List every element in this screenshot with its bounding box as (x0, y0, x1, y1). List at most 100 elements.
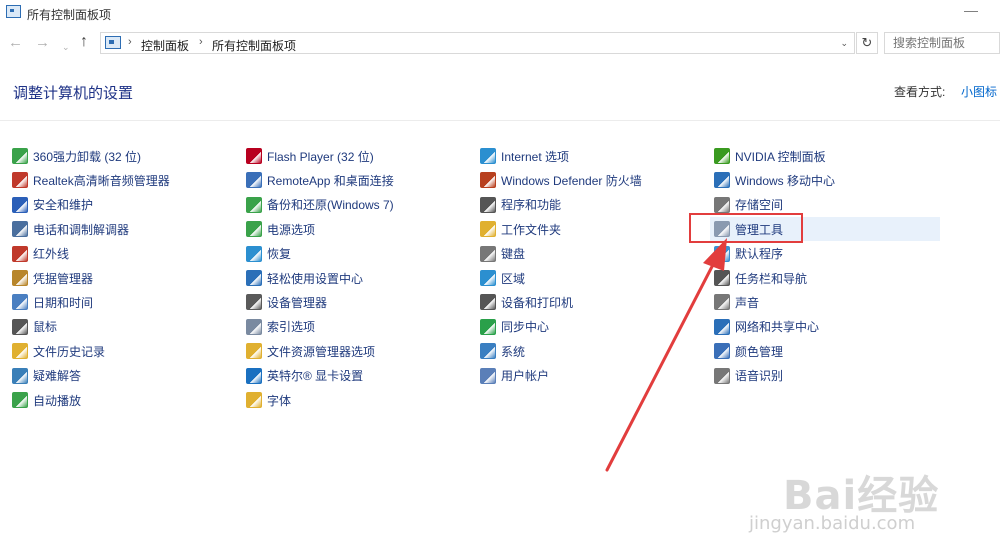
control-panel-item[interactable]: 工作文件夹 (480, 217, 561, 241)
item-label: 设备和打印机 (501, 295, 574, 310)
sound-icon (714, 294, 730, 311)
internet-options-icon (480, 148, 496, 164)
control-panel-item[interactable]: 轻松使用设置中心 (246, 266, 363, 290)
item-label: RemoteApp 和桌面连接 (267, 173, 394, 188)
item-label: 英特尔® 显卡设置 (267, 369, 364, 384)
divider (0, 120, 1000, 121)
programs-icon (480, 196, 496, 213)
control-panel-item[interactable]: 系统 (480, 339, 525, 363)
item-label: Realtek高清晰音频管理器 (33, 173, 170, 188)
control-panel-item[interactable]: 文件资源管理器选项 (246, 339, 375, 363)
control-panel-item[interactable]: NVIDIA 控制面板 (714, 144, 826, 168)
control-panel-item[interactable]: Windows 移动中心 (714, 168, 835, 192)
infrared-icon (12, 245, 28, 262)
search-input[interactable] (884, 32, 1000, 54)
control-panel-item[interactable]: 程序和功能 (480, 193, 561, 217)
keyboard-icon (480, 245, 496, 262)
annotation-highlight-box (689, 213, 803, 243)
breadcrumb-control-panel[interactable]: 控制面板 (141, 37, 189, 54)
view-by-label: 查看方式: (894, 85, 946, 99)
firewall-icon (480, 172, 496, 189)
item-label: 字体 (267, 393, 292, 408)
control-panel-item[interactable]: 网络和共享中心 (714, 315, 819, 339)
address-bar[interactable]: › 控制面板 › 所有控制面板项 ⌄ (100, 32, 855, 54)
breadcrumb-all-items[interactable]: 所有控制面板项 (212, 37, 296, 54)
control-panel-item[interactable]: 凭据管理器 (12, 266, 93, 290)
item-label: 自动播放 (33, 393, 82, 408)
item-label: Windows 移动中心 (735, 173, 836, 188)
power-icon (246, 221, 262, 238)
item-label: 工作文件夹 (501, 222, 562, 237)
recovery-icon (246, 245, 262, 262)
control-panel-item[interactable]: Internet 选项 (480, 144, 569, 168)
control-panel-item[interactable]: 疑难解答 (12, 364, 81, 388)
control-panel-item[interactable]: 360强力卸载 (32 位) (12, 144, 141, 168)
troubleshoot-icon (12, 367, 28, 384)
phone-modem-icon (12, 221, 28, 238)
control-panel-item[interactable]: 安全和维护 (12, 193, 93, 217)
index-icon (246, 318, 262, 335)
system-icon (480, 343, 496, 360)
up-button[interactable]: ↑ (80, 34, 88, 50)
navigation-bar: ← → ⌄ ↑ › 控制面板 › 所有控制面板项 ⌄ ↻ (0, 30, 1000, 58)
control-panel-item[interactable]: 恢复 (246, 242, 291, 266)
control-panel-item[interactable]: 备份和还原(Windows 7) (246, 193, 394, 217)
item-label: 日期和时间 (33, 295, 94, 310)
breadcrumb-separator[interactable]: › (199, 36, 203, 48)
control-panel-item[interactable]: 英特尔® 显卡设置 (246, 364, 363, 388)
control-panel-item[interactable]: 声音 (714, 290, 759, 314)
item-label: 电源选项 (267, 222, 316, 237)
item-label: Windows Defender 防火墙 (501, 173, 642, 188)
control-panel-item[interactable]: 颜色管理 (714, 339, 783, 363)
control-panel-item[interactable]: 设备管理器 (246, 290, 327, 314)
address-dropdown-button[interactable]: ⌄ (840, 38, 848, 49)
control-panel-item[interactable]: RemoteApp 和桌面连接 (246, 168, 394, 192)
intel-graphics-icon (246, 367, 262, 384)
nvidia-icon (714, 148, 730, 164)
control-panel-item[interactable]: Flash Player (32 位) (246, 144, 374, 168)
mobility-center-icon (714, 172, 730, 189)
folder-options-icon (246, 343, 262, 360)
item-label: 凭据管理器 (33, 271, 94, 286)
item-label: 备份和还原(Windows 7) (267, 198, 394, 213)
speech-icon (714, 367, 730, 384)
minimize-button[interactable]: — (964, 2, 978, 18)
control-panel-item[interactable]: 设备和打印机 (480, 290, 573, 314)
control-panel-item[interactable]: 文件历史记录 (12, 339, 105, 363)
control-panel-item[interactable]: 自动播放 (12, 388, 81, 412)
control-panel-item[interactable]: Windows Defender 防火墙 (480, 168, 642, 192)
control-panel-item[interactable]: 字体 (246, 388, 291, 412)
window-title: 所有控制面板项 (27, 8, 112, 22)
item-label: 存储空间 (735, 198, 784, 213)
control-panel-item[interactable]: Realtek高清晰音频管理器 (12, 168, 170, 192)
control-panel-item[interactable]: 语音识别 (714, 364, 783, 388)
control-panel-item[interactable]: 同步中心 (480, 315, 549, 339)
control-panel-item[interactable]: 键盘 (480, 242, 525, 266)
remote-desktop-icon (246, 172, 262, 189)
taskbar-icon (714, 270, 730, 286)
ease-of-access-icon (246, 270, 262, 286)
control-panel-item[interactable]: 日期和时间 (12, 290, 93, 314)
item-label: 电话和调制解调器 (33, 222, 130, 237)
autoplay-icon (12, 392, 28, 408)
control-panel-item[interactable]: 任务栏和导航 (714, 266, 807, 290)
breadcrumb-separator[interactable]: › (128, 36, 132, 48)
sync-icon (480, 318, 496, 335)
credential-icon (12, 270, 28, 286)
item-label: 索引选项 (267, 320, 316, 335)
control-panel-item[interactable]: 鼠标 (12, 315, 57, 339)
control-panel-item[interactable]: 默认程序 (714, 242, 783, 266)
control-panel-item[interactable]: 用户帐户 (480, 364, 549, 388)
control-panel-item[interactable]: 索引选项 (246, 315, 315, 339)
back-button[interactable]: ← (8, 35, 23, 51)
printer-icon (480, 294, 496, 311)
refresh-button[interactable]: ↻ (856, 32, 878, 54)
control-panel-item[interactable]: 电话和调制解调器 (12, 217, 129, 241)
forward-button[interactable]: → (35, 35, 50, 51)
item-label: 文件历史记录 (33, 344, 106, 359)
view-by-dropdown[interactable]: 小图标 (961, 83, 997, 100)
control-panel-item[interactable]: 电源选项 (246, 217, 315, 241)
control-panel-item[interactable]: 红外线 (12, 242, 69, 266)
recent-locations-button[interactable]: ⌄ (62, 39, 70, 55)
control-panel-item[interactable]: 区域 (480, 266, 525, 290)
